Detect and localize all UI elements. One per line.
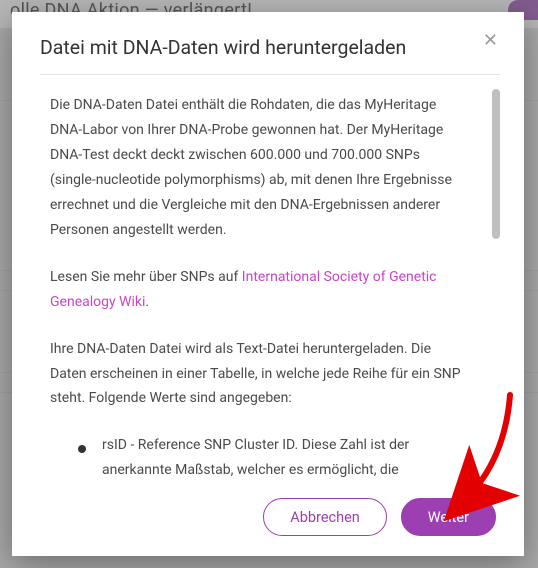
- modal-header: Datei mit DNA-Daten wird heruntergeladen…: [40, 30, 500, 74]
- close-icon[interactable]: ✕: [481, 30, 500, 52]
- scrollbar-track[interactable]: [492, 89, 500, 478]
- bullet-dot-icon: [78, 445, 86, 453]
- format-paragraph: Ihre DNA-Daten Datei wird als Text-Datei…: [50, 337, 466, 412]
- bullet-item-rsid: rsID - Reference SNP Cluster ID. Diese Z…: [50, 433, 466, 478]
- modal-footer: Abbrechen Weiter: [40, 478, 500, 538]
- scrollbar-thumb[interactable]: [492, 89, 500, 239]
- next-button[interactable]: Weiter: [401, 498, 496, 536]
- snp-link-before: Lesen Sie mehr über SNPs auf: [50, 269, 242, 285]
- snp-link-paragraph: Lesen Sie mehr über SNPs auf Internation…: [50, 265, 466, 315]
- modal-content: Die DNA-Daten Datei enthält die Rohdaten…: [40, 89, 490, 478]
- modal-title: Datei mit DNA-Daten wird heruntergeladen: [40, 36, 406, 60]
- cancel-button[interactable]: Abbrechen: [263, 498, 386, 536]
- bullet-text-rsid: rsID - Reference SNP Cluster ID. Diese Z…: [102, 433, 466, 478]
- modal-scroll-area: Die DNA-Daten Datei enthält die Rohdaten…: [40, 89, 500, 478]
- snp-link-after: .: [145, 294, 149, 310]
- intro-paragraph: Die DNA-Daten Datei enthält die Rohdaten…: [50, 93, 466, 242]
- download-dna-modal: Datei mit DNA-Daten wird heruntergeladen…: [12, 12, 524, 556]
- modal-divider: [40, 74, 500, 75]
